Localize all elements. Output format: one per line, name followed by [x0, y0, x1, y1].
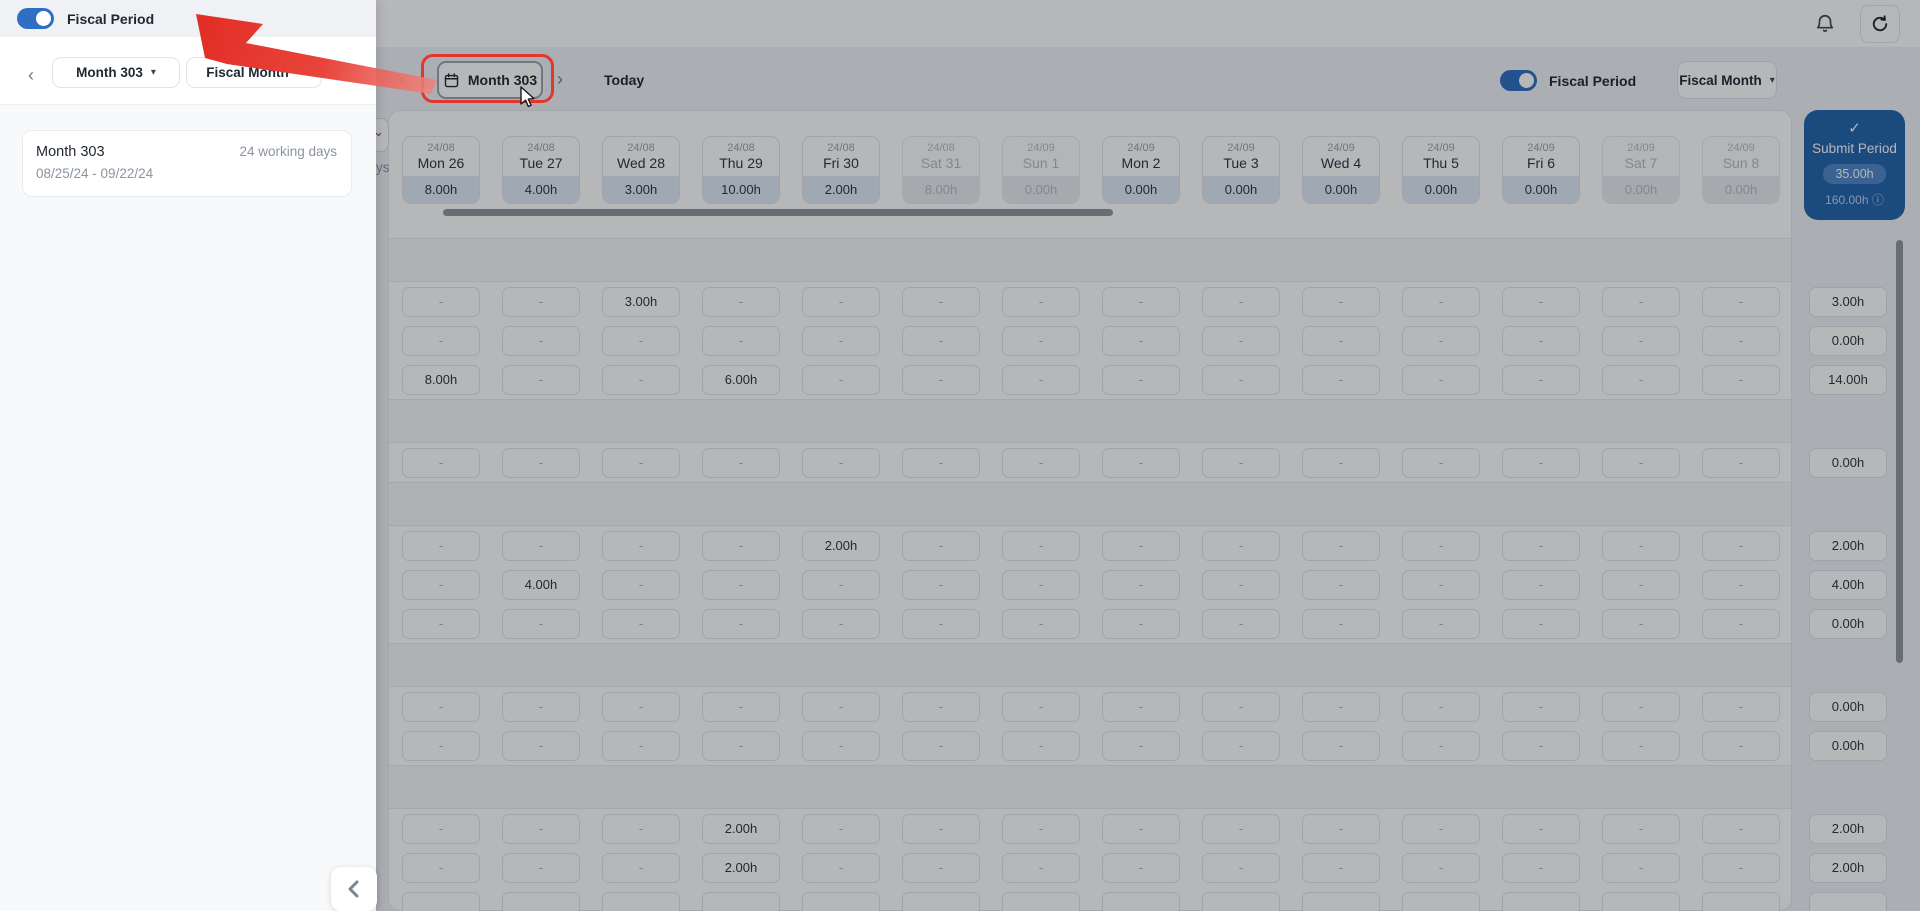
- period-card-title: Month 303: [36, 144, 105, 160]
- period-card-range: 08/25/24 - 09/22/24: [36, 166, 337, 181]
- drawer-fiscal-period-label: Fiscal Period: [67, 11, 154, 27]
- annotation-arrow: [180, 0, 660, 130]
- mouse-cursor: [514, 84, 538, 110]
- chevron-left-icon: [344, 878, 364, 900]
- fiscal-period-drawer: Fiscal Period ‹ Month 303 ▾ Fiscal Month…: [0, 0, 376, 911]
- drawer-month-dropdown[interactable]: Month 303 ▾: [52, 57, 180, 88]
- toggle-knob: [36, 11, 51, 26]
- drawer-prev-chevron[interactable]: ‹: [28, 66, 34, 84]
- period-card-working-days: 24 working days: [239, 144, 337, 159]
- drawer-month-value: Month 303: [76, 65, 143, 80]
- period-card[interactable]: Month 303 24 working days 08/25/24 - 09/…: [22, 130, 352, 197]
- drawer-collapse-button[interactable]: [331, 867, 377, 911]
- drawer-dim-overlay[interactable]: [376, 0, 1920, 911]
- drawer-fiscal-period-toggle[interactable]: [17, 8, 54, 29]
- chevron-down-icon: ▾: [151, 67, 156, 78]
